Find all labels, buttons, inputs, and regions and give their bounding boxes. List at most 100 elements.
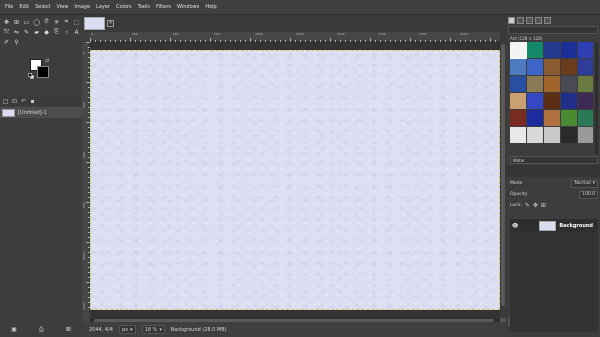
pattern-swatch[interactable] [578,59,593,75]
ruler-corner[interactable] [82,32,90,42]
pattern-name-field[interactable]: Water [510,156,598,164]
paintbrush-tool-button[interactable]: ✎ [22,27,31,37]
swap-colors-icon[interactable]: ⇄ [45,58,49,64]
bucket-fill-tool-button[interactable]: ◆ [42,27,51,37]
pattern-swatch[interactable] [578,42,593,58]
pattern-scrollbar[interactable] [595,42,598,154]
vertical-ruler[interactable]: 0 250 500 750 1000 1250 [82,42,90,310]
pattern-swatch[interactable] [578,127,593,143]
layer-row[interactable]: 👁 Background [510,219,598,232]
horizontal-ruler[interactable]: 0 250 500 750 1000 1250 1500 1750 2000 2250 [90,32,500,42]
vertical-scroll-thumb[interactable] [501,44,505,306]
undo-history-tab-icon[interactable]: ↶ [20,98,27,105]
pattern-swatch[interactable] [527,93,543,109]
text-tool-button[interactable]: A [72,27,81,37]
unit-select[interactable]: px ▾ [118,325,136,334]
pattern-swatch[interactable] [578,93,593,109]
close-image-tab-icon[interactable]: × [107,20,114,27]
fuzzy-select-tool-button[interactable]: ✳ [52,17,61,27]
lock-position-icon[interactable]: ✥ [533,202,538,209]
free-select-tool-button[interactable]: ᘓ [42,17,51,27]
ellipse-select-tool-button[interactable]: ◯ [32,17,41,27]
default-colors-icon[interactable] [28,73,34,79]
pattern-swatch[interactable] [510,93,526,109]
menu-windows[interactable]: Windows [174,4,202,10]
zoom-tool-button[interactable]: ⚲ [12,37,21,47]
menu-help[interactable]: Help [202,4,219,10]
ruler-label: 250 [132,32,138,36]
unit-value: px [121,326,129,333]
pattern-swatch[interactable] [527,59,543,75]
layers-list[interactable] [510,232,598,332]
lock-pixels-icon[interactable]: ✎ [525,202,530,209]
tab-document-history[interactable] [535,16,542,24]
smudge-tool-button[interactable]: ☝ [62,27,71,37]
pattern-swatch[interactable] [527,42,543,58]
pattern-swatch[interactable] [578,110,593,126]
zoom-select[interactable]: 18 % ▾ [141,325,165,334]
mode-select[interactable]: Normal ▾ [571,179,598,188]
canvas-area[interactable] [90,42,500,318]
image-list-item[interactable]: [Untitled]-1 [0,107,82,118]
background-color-swatch[interactable] [37,66,49,78]
pattern-swatch[interactable] [510,59,526,75]
opacity-spinner[interactable]: 100.0 [579,190,598,199]
lock-alpha-icon[interactable]: ⊞ [541,202,546,209]
pattern-swatch[interactable] [561,42,577,58]
tab-gradients[interactable] [544,16,551,24]
pattern-swatch[interactable] [561,127,577,143]
flip-tool-button[interactable]: ⇋ [12,27,21,37]
pattern-swatch[interactable] [510,110,526,126]
eye-icon[interactable]: 👁 [512,223,518,229]
fg-bg-color-selector[interactable]: ⇄ [28,58,50,79]
pattern-swatch[interactable] [544,93,560,109]
move-tool-button[interactable]: ✥ [2,17,11,27]
pattern-swatch[interactable] [510,42,527,59]
tool-options-tab-icon[interactable]: □ [2,98,9,105]
pattern-swatch[interactable] [544,76,560,92]
pattern-swatch[interactable] [527,76,543,92]
crop-tool-button[interactable]: ⌗ [62,17,71,27]
menu-edit[interactable]: Edit [16,4,32,10]
pattern-swatch[interactable] [561,76,577,92]
pattern-swatch[interactable] [561,110,577,126]
pattern-swatch[interactable] [544,42,560,58]
rect-select-tool-button[interactable]: ▭ [22,17,31,27]
tab-patterns[interactable] [517,16,524,24]
tab-fonts[interactable] [526,16,533,24]
text-tool-icon: A [74,28,79,36]
menu-colors[interactable]: Colors [113,4,135,10]
pattern-swatch[interactable] [510,76,526,92]
delete-image-icon[interactable]: ⊠ [66,326,71,333]
pattern-swatch[interactable] [544,110,560,126]
align-tool-button[interactable]: ⊞ [12,17,21,27]
images-tab-icon[interactable]: ▪ [29,98,36,105]
menu-file[interactable]: File [2,4,16,10]
menu-view[interactable]: View [54,4,72,10]
warp-tool-button[interactable]: ⤲ [2,27,11,37]
menu-image[interactable]: Image [71,4,93,10]
tab-brushes[interactable] [508,16,515,24]
pattern-swatch[interactable] [527,127,543,143]
pattern-swatch[interactable] [578,76,593,92]
pattern-swatch[interactable] [561,93,577,109]
pattern-swatch[interactable] [527,110,543,126]
pattern-swatch[interactable] [544,59,560,75]
image-tab[interactable] [84,17,105,30]
pattern-swatch[interactable] [544,127,560,143]
new-display-icon[interactable]: ▣ [11,326,17,333]
menu-filters[interactable]: Filters [153,4,174,10]
transform-tool-button[interactable]: ⬚ [72,17,81,27]
device-status-tab-icon[interactable]: ⊡ [11,98,18,105]
pattern-swatch[interactable] [561,59,577,75]
clone-tool-button[interactable]: ⎘ [52,27,61,37]
menu-select[interactable]: Select [32,4,53,10]
pattern-swatch[interactable] [510,127,526,143]
menu-layer[interactable]: Layer [93,4,113,10]
menu-tools[interactable]: Tools [135,4,153,10]
pattern-filter-input[interactable] [508,26,598,34]
eraser-tool-button[interactable]: ▰ [32,27,41,37]
canvas-image[interactable] [90,50,500,310]
color-picker-tool-button[interactable]: ✐ [2,37,11,47]
export-image-icon[interactable]: ⎙ [39,326,44,333]
